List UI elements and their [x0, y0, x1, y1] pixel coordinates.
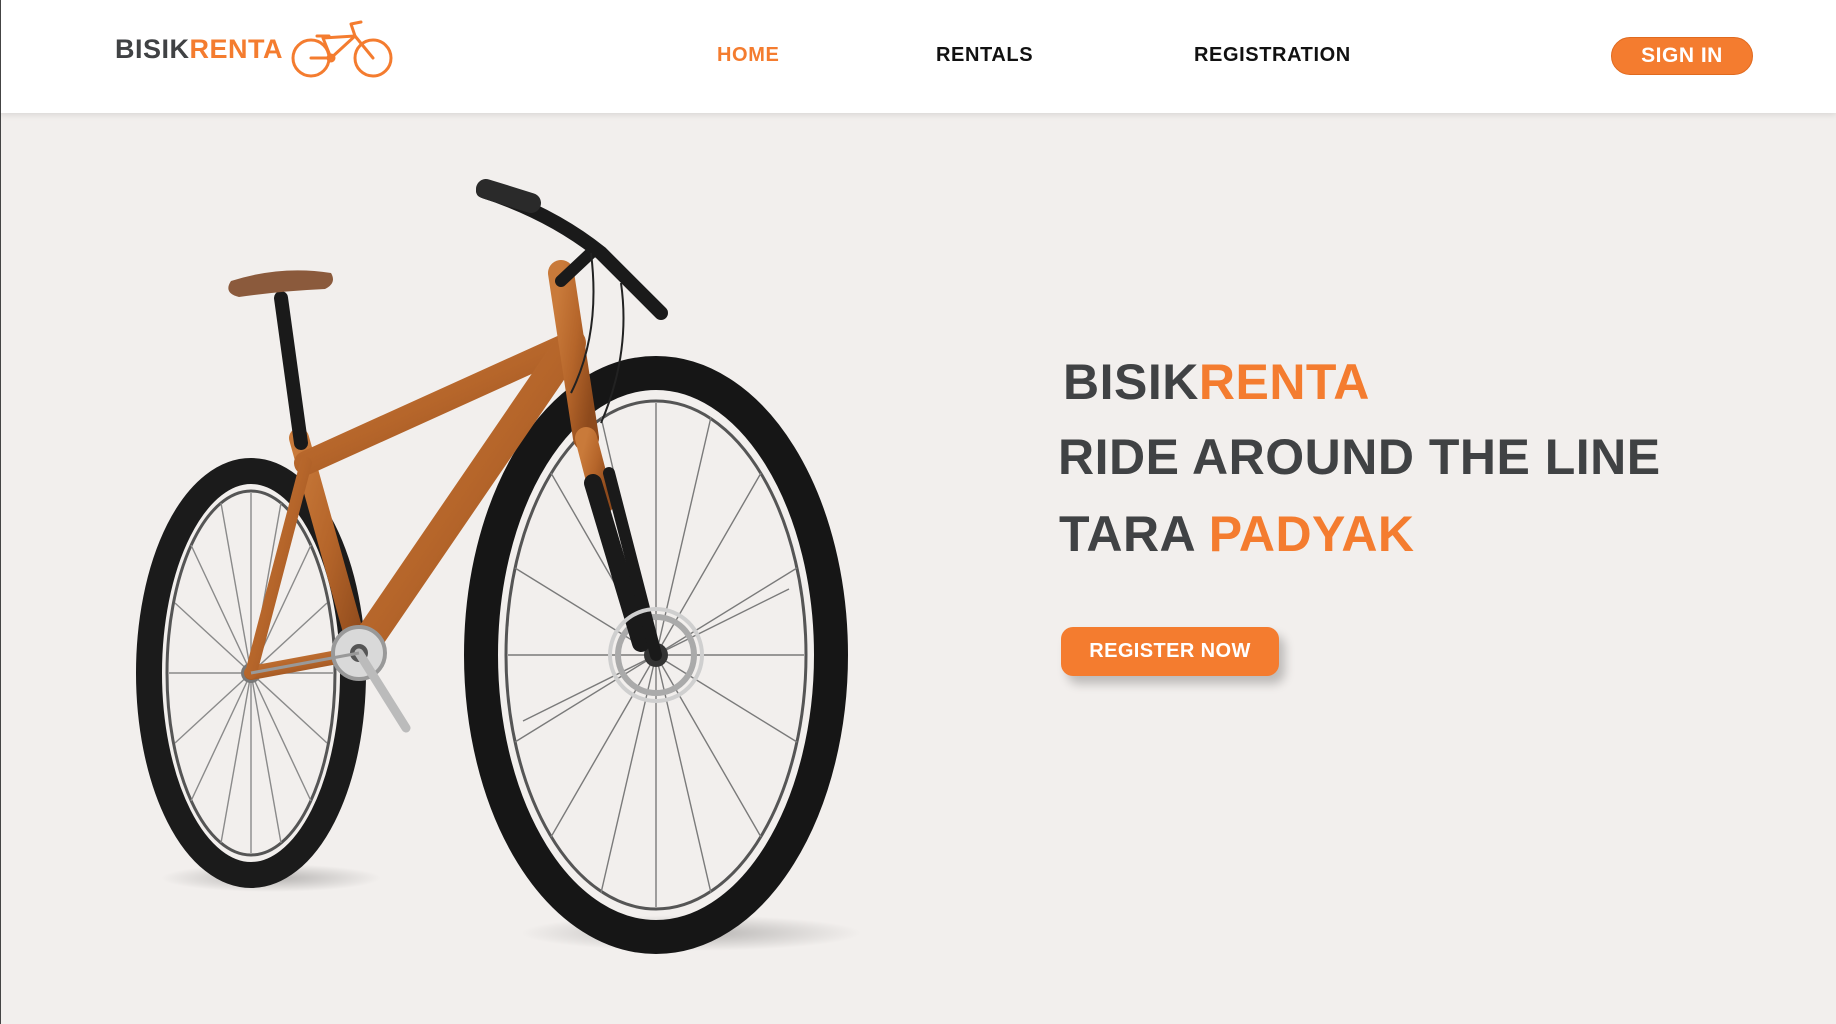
brand-logo[interactable]: BISIKRENTA: [115, 18, 397, 80]
hero-tagline: RIDE AROUND THE LINE: [1058, 429, 1661, 485]
nav-home[interactable]: HOME: [717, 44, 779, 67]
site-header: BISIKRENTA HOME RENTALS REGISTRATION SIG…: [0, 0, 1836, 113]
nav-registration[interactable]: REGISTRATION: [1194, 44, 1351, 67]
hero-subtagline: TARA PADYAK: [1059, 506, 1415, 562]
hero-brand: BISIKRENTA: [1063, 354, 1370, 410]
mountain-bike-image: [136, 179, 861, 954]
nav-rentals[interactable]: RENTALS: [936, 44, 1033, 67]
hero-section: BISIKRENTA RIDE AROUND THE LINE TARA PAD…: [0, 113, 1836, 1024]
sign-in-button[interactable]: SIGN IN: [1611, 37, 1753, 75]
brand-name: BISIKRENTA: [115, 33, 284, 64]
register-now-button[interactable]: REGISTER NOW: [1061, 627, 1279, 676]
bicycle-icon: [291, 20, 393, 78]
